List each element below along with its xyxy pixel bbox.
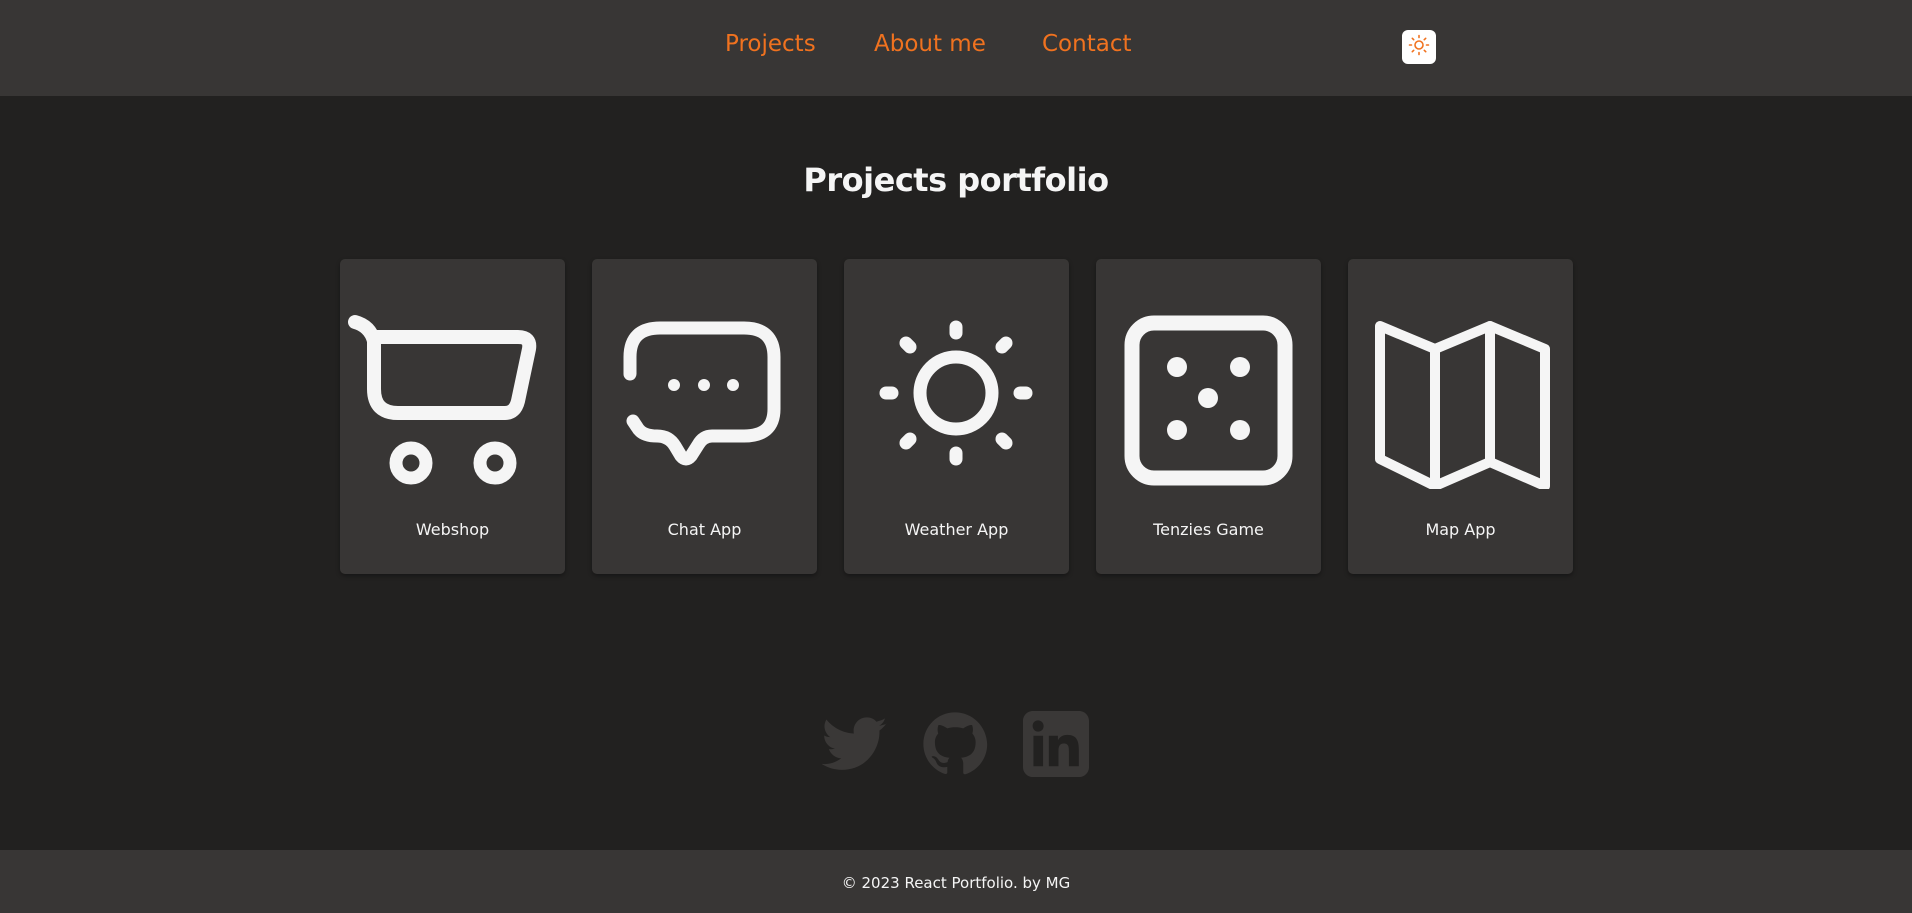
twitter-icon <box>822 711 888 777</box>
project-label: Webshop <box>415 520 490 539</box>
linkedin-icon <box>1023 711 1089 777</box>
page-title: Projects portfolio <box>803 161 1109 199</box>
twitter-link[interactable] <box>822 711 888 777</box>
map-icon <box>1348 309 1573 489</box>
project-label: Weather App <box>904 520 1009 539</box>
main-nav: Projects About me Contact <box>0 0 1912 96</box>
footer: © 2023 React Portfolio. by MG <box>0 850 1912 913</box>
sun-icon <box>844 309 1069 489</box>
sun-icon <box>1407 33 1431 61</box>
header: Projects About me Contact <box>0 0 1912 96</box>
project-card-webshop[interactable]: Webshop <box>340 259 565 574</box>
chat-bubble-icon <box>592 309 817 489</box>
project-label: Tenzies Game <box>1153 520 1264 539</box>
github-link[interactable] <box>922 711 988 777</box>
dice-icon <box>1096 309 1321 489</box>
nav-link-about[interactable]: About me <box>874 31 986 57</box>
project-card-map-app[interactable]: Map App <box>1348 259 1573 574</box>
project-card-chat-app[interactable]: Chat App <box>592 259 817 574</box>
shopping-cart-icon <box>340 309 565 489</box>
project-label: Chat App <box>667 520 742 539</box>
nav-link-projects[interactable]: Projects <box>725 31 816 57</box>
footer-copyright: © 2023 React Portfolio. by MG <box>841 874 1071 892</box>
theme-toggle-button[interactable] <box>1402 30 1436 64</box>
nav-link-contact[interactable]: Contact <box>1042 31 1131 57</box>
project-card-tenzies-game[interactable]: Tenzies Game <box>1096 259 1321 574</box>
linkedin-link[interactable] <box>1023 711 1089 777</box>
page: Projects About me Contact Projects portf… <box>0 0 1912 913</box>
project-card-weather-app[interactable]: Weather App <box>844 259 1069 574</box>
project-label: Map App <box>1425 520 1496 539</box>
github-icon <box>922 711 988 777</box>
